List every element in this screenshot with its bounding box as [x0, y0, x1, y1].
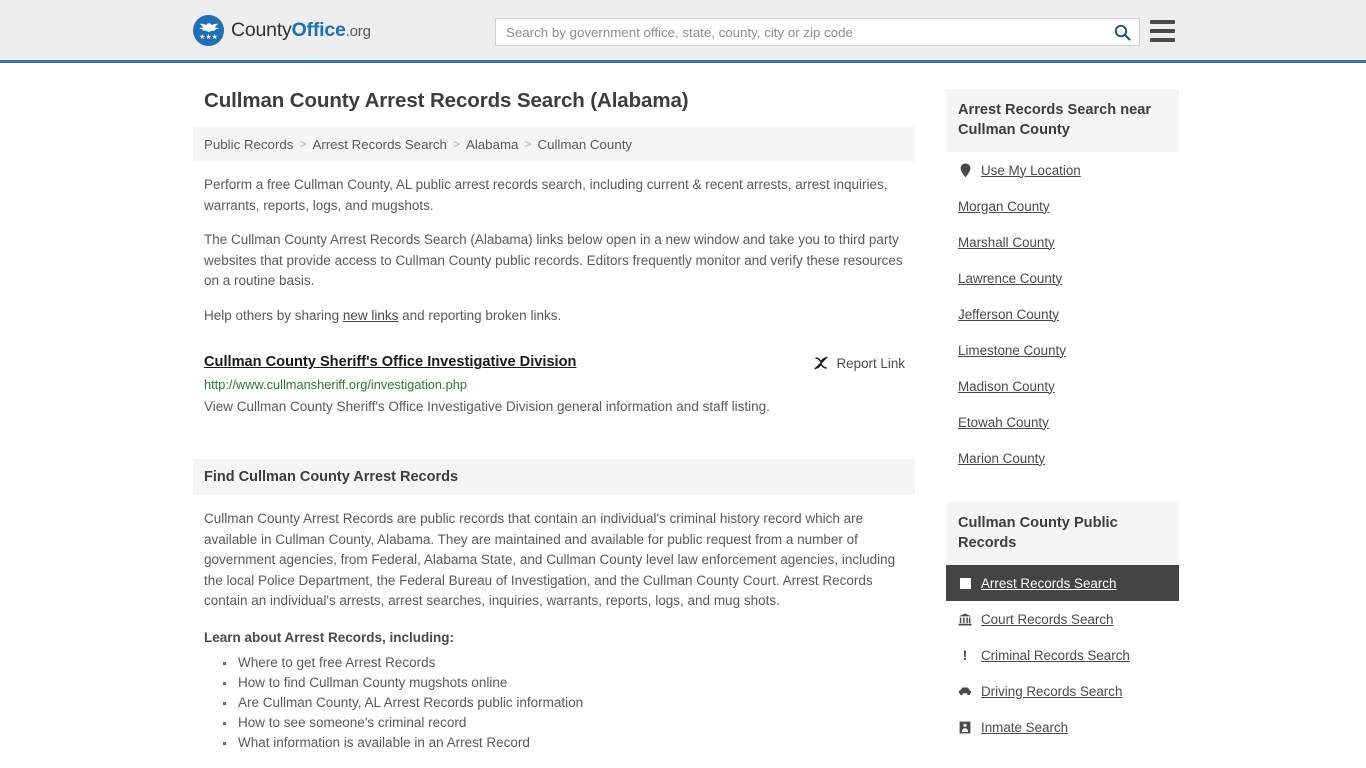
hamburger-bar [1150, 20, 1175, 24]
map-pin-icon [958, 163, 972, 178]
find-records-body: Cullman County Arrest Records are public… [204, 511, 896, 608]
sidebar-item-morgan-county[interactable]: Morgan County [946, 188, 1179, 224]
eagle-icon [198, 22, 219, 32]
exclamation-icon: ! [962, 647, 968, 663]
resource-link-url[interactable]: http://www.cullmansheriff.org/investigat… [204, 377, 915, 392]
sidebar: Arrest Records Search near Cullman Count… [946, 63, 1179, 745]
courthouse-icon [958, 613, 972, 626]
sidebar-link-label[interactable]: Inmate Search [981, 720, 1068, 735]
report-link-button[interactable]: Report Link [813, 355, 905, 371]
sidebar-link-label[interactable]: Etowah County [958, 415, 1049, 430]
sidebar-item-marshall-county[interactable]: Marshall County [946, 224, 1179, 260]
search-button[interactable] [1105, 19, 1139, 45]
jail-icon [958, 721, 972, 734]
sidebar-link-label[interactable]: Marshall County [958, 235, 1055, 250]
sidebar-link-label[interactable]: Arrest Records Search [981, 576, 1116, 591]
report-link-label: Report Link [836, 355, 905, 371]
breadcrumb-separator-icon: > [524, 137, 532, 151]
breadcrumb-separator-icon: > [452, 137, 460, 151]
nearby-search-panel: Arrest Records Search near Cullman Count… [946, 89, 1179, 476]
sidebar-link-label[interactable]: Driving Records Search [981, 684, 1122, 699]
sidebar-item-jefferson-county[interactable]: Jefferson County [946, 296, 1179, 332]
sidebar-item-court-records-search[interactable]: Court Records Search [946, 601, 1179, 637]
share-text-before: Help others by sharing [204, 307, 343, 323]
search-icon [1114, 24, 1131, 41]
page-body: Cullman County Arrest Records Search (Al… [0, 63, 1366, 753]
sidebar-link-label[interactable]: Lawrence County [958, 271, 1062, 286]
sidebar-item-driving-records-search[interactable]: Driving Records Search [946, 673, 1179, 709]
sidebar-item-marion-county[interactable]: Marion County [946, 440, 1179, 476]
public-records-heading: Cullman County Public Records [946, 502, 1179, 565]
sidebar-item-inmate-search[interactable]: Inmate Search [946, 709, 1179, 745]
hamburger-bar [1150, 29, 1175, 33]
sidebar-link-label[interactable]: Limestone County [958, 343, 1066, 358]
breadcrumb-item-public-records[interactable]: Public Records [204, 137, 293, 152]
stars-icon: ★★★ [199, 33, 218, 41]
nearby-search-heading: Arrest Records Search near Cullman Count… [946, 89, 1179, 152]
broken-link-icon [814, 356, 828, 370]
sidebar-link-label[interactable]: Criminal Records Search [981, 648, 1130, 663]
sidebar-link-label[interactable]: Use My Location [981, 163, 1081, 178]
countyoffice-logo-icon: ★★★ [193, 14, 224, 46]
public-records-list: Arrest Records Search Court Records Sear… [946, 565, 1179, 745]
sidebar-link-label[interactable]: Jefferson County [958, 307, 1059, 322]
breadcrumb-separator-icon: > [299, 137, 307, 151]
list-item: What information is available in an Arre… [223, 733, 915, 753]
brand-part-office: Office [291, 18, 346, 41]
sidebar-link-label[interactable]: Madison County [958, 379, 1055, 394]
share-text-after: and reporting broken links. [398, 307, 562, 323]
list-item: Where to get free Arrest Records [223, 653, 915, 673]
search-bar [495, 18, 1140, 46]
hamburger-menu-icon[interactable] [1150, 20, 1175, 42]
page-title: Cullman County Arrest Records Search (Al… [204, 89, 689, 112]
site-header: ★★★ CountyOffice.org [0, 0, 1366, 63]
brand-text: CountyOffice.org [231, 19, 371, 42]
sidebar-item-criminal-records-search[interactable]: ! Criminal Records Search [946, 637, 1179, 673]
resource-link-entry: Cullman County Sheriff's Office Investig… [204, 353, 915, 416]
search-input[interactable] [496, 19, 1105, 45]
sidebar-link-label[interactable]: Morgan County [958, 199, 1050, 214]
resource-link-description: View Cullman County Sheriff's Office Inv… [204, 399, 770, 414]
nearby-county-list: Use My Location Morgan County Marshall C… [946, 152, 1179, 476]
sidebar-link-label[interactable]: Court Records Search [981, 612, 1113, 627]
learn-about-list: Where to get free Arrest Records How to … [204, 653, 915, 753]
resource-link-title[interactable]: Cullman County Sheriff's Office Investig… [204, 354, 576, 370]
learn-about-heading: Learn about Arrest Records, including: [204, 629, 455, 645]
sidebar-item-lawrence-county[interactable]: Lawrence County [946, 260, 1179, 296]
list-item: How to see someone's criminal record [223, 713, 915, 733]
sidebar-item-madison-county[interactable]: Madison County [946, 368, 1179, 404]
main-content: Cullman County Arrest Records Search (Al… [193, 63, 915, 753]
brand-part-tld: .org [345, 22, 371, 40]
sidebar-item-limestone-county[interactable]: Limestone County [946, 332, 1179, 368]
sidebar-item-arrest-records-search[interactable]: Arrest Records Search [946, 565, 1179, 601]
intro-paragraph-2: The Cullman County Arrest Records Search… [204, 232, 903, 288]
intro-paragraph-1: Perform a free Cullman County, AL public… [204, 177, 888, 213]
list-item: How to find Cullman County mugshots onli… [223, 673, 915, 693]
intro-paragraph-3: Help others by sharing new links and rep… [204, 306, 915, 327]
car-icon [958, 686, 972, 696]
list-item: Are Cullman County, AL Arrest Records pu… [223, 693, 915, 713]
sidebar-link-label[interactable]: Marion County [958, 451, 1045, 466]
breadcrumb-item-alabama[interactable]: Alabama [466, 137, 518, 152]
hamburger-bar [1150, 38, 1175, 42]
sidebar-item-use-my-location[interactable]: Use My Location [946, 152, 1179, 188]
breadcrumb-item-arrest-records-search[interactable]: Arrest Records Search [312, 137, 447, 152]
new-links-link[interactable]: new links [343, 308, 399, 323]
square-icon [958, 577, 972, 589]
brand-part-county: County [231, 18, 292, 41]
public-records-panel: Cullman County Public Records Arrest Rec… [946, 502, 1179, 745]
breadcrumb: Public Records > Arrest Records Search >… [193, 127, 915, 161]
breadcrumb-item-cullman-county[interactable]: Cullman County [537, 137, 632, 152]
find-records-heading: Find Cullman County Arrest Records [193, 459, 915, 495]
sidebar-item-etowah-county[interactable]: Etowah County [946, 404, 1179, 440]
site-logo[interactable]: ★★★ CountyOffice.org [193, 14, 371, 46]
